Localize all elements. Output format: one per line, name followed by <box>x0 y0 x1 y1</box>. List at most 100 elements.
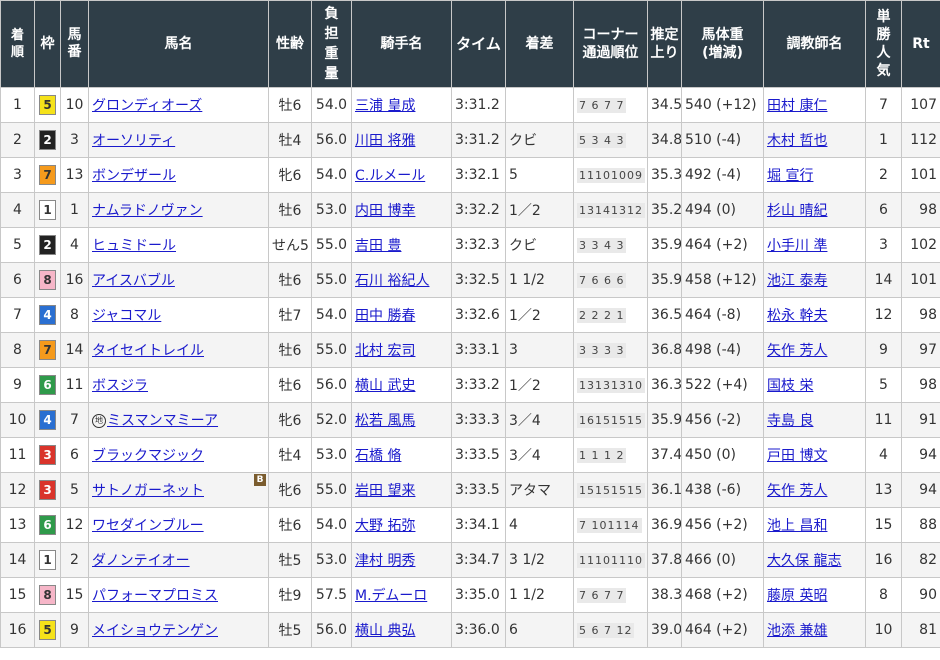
horse-link[interactable]: サトノガーネット <box>92 483 204 499</box>
time-cell: 3:32.6 <box>451 297 506 333</box>
horse-link[interactable]: ナムラドノヴァン <box>92 203 203 219</box>
corner-cell: 11101009 <box>573 157 648 193</box>
waku-cell: 4 <box>34 297 61 333</box>
horse-link[interactable]: オーソリティ <box>92 133 175 149</box>
trainer-link[interactable]: 寺島 良 <box>767 413 813 429</box>
bodyweight-cell: 494 (0) <box>681 192 764 228</box>
jockey-link[interactable]: 石川 裕紀人 <box>355 273 429 289</box>
horse-link[interactable]: ボンデザール <box>92 168 176 184</box>
corner-cell: 2 2 2 1 <box>573 297 648 333</box>
time-value: 3:36.0 <box>455 622 500 638</box>
jockey-link[interactable]: 三浦 皇成 <box>355 98 415 114</box>
horse-link[interactable]: ヒュミドール <box>92 238 176 254</box>
trainer-link[interactable]: 小手川 準 <box>767 238 827 254</box>
table-row: 10 4 7 地ミスマンマミーア 牝6 52.0 松若 風馬 3:33.3 3／… <box>0 402 940 438</box>
trainer-link[interactable]: 田村 康仁 <box>767 98 827 114</box>
sexage-value: 牡9 <box>278 588 302 604</box>
trainer-link[interactable]: 堀 宣行 <box>767 168 813 184</box>
rt-cell: 102 <box>901 227 940 263</box>
trainer-link[interactable]: 矢作 芳人 <box>767 483 827 499</box>
pop-cell: 10 <box>865 612 902 648</box>
horse-link[interactable]: グロンディオーズ <box>92 98 202 114</box>
weight-cell: 53.0 <box>311 542 352 578</box>
last3f-value: 34.8 <box>651 132 682 148</box>
margin-value: クビ <box>509 238 537 254</box>
trainer-link[interactable]: 矢作 芳人 <box>767 343 827 359</box>
jockey-cell: M.デムーロ <box>351 577 452 613</box>
jockey-link[interactable]: 北村 宏司 <box>355 343 415 359</box>
header-rank: 着順 <box>0 0 35 88</box>
pop-cell: 15 <box>865 507 902 543</box>
horse-link[interactable]: メイショウテンゲン <box>92 623 218 639</box>
trainer-link[interactable]: 松永 幹夫 <box>767 308 827 324</box>
jockey-link[interactable]: 川田 将雅 <box>355 133 415 149</box>
jockey-link[interactable]: 内田 博幸 <box>355 203 415 219</box>
rt-value: 91 <box>919 412 937 428</box>
trainer-link[interactable]: 池江 泰寿 <box>767 273 827 289</box>
horse-link[interactable]: ダノンテイオー <box>92 553 190 569</box>
jockey-link[interactable]: 吉田 豊 <box>355 238 401 254</box>
header-odds-pop: 単勝人気 <box>865 0 902 88</box>
trainer-link[interactable]: 国枝 栄 <box>767 378 813 394</box>
rt-cell: 97 <box>901 332 940 368</box>
horse-link[interactable]: ボスジラ <box>92 378 148 394</box>
corner-cell: 13141312 <box>573 192 648 228</box>
trainer-cell: 池江 泰寿 <box>763 262 866 298</box>
horse-link[interactable]: タイセイトレイル <box>92 343 204 359</box>
jockey-cell: 川田 将雅 <box>351 122 452 158</box>
horse-cell: ナムラドノヴァン <box>88 192 269 228</box>
jockey-link[interactable]: 横山 典弘 <box>355 623 415 639</box>
waku-cell: 8 <box>34 577 61 613</box>
sexage-value: 牡6 <box>278 518 302 534</box>
jockey-link[interactable]: 大野 拓弥 <box>355 518 415 534</box>
rank-value: 11 <box>8 447 27 463</box>
sexage-value: 牡7 <box>278 308 302 324</box>
jockey-link[interactable]: C.ルメール <box>355 168 425 184</box>
jockey-link[interactable]: 田中 勝春 <box>355 308 415 324</box>
trainer-link[interactable]: 池上 昌和 <box>767 518 827 534</box>
jockey-link[interactable]: 岩田 望来 <box>355 483 415 499</box>
weight-value: 55.0 <box>315 237 348 253</box>
jockey-link[interactable]: 石橋 脩 <box>355 448 401 464</box>
trainer-link[interactable]: 杉山 晴紀 <box>767 203 827 219</box>
waku-badge: 1 <box>39 200 56 220</box>
jockey-link[interactable]: M.デムーロ <box>355 588 427 604</box>
jockey-link[interactable]: 津村 明秀 <box>355 553 415 569</box>
trainer-link[interactable]: 池添 兼雄 <box>767 623 827 639</box>
pop-cell: 4 <box>865 437 902 473</box>
time-cell: 3:34.1 <box>451 507 506 543</box>
horse-link[interactable]: パフォーマプロミス <box>92 588 218 604</box>
horse-link[interactable]: ジャコマル <box>92 308 161 324</box>
pop-cell: 3 <box>865 227 902 263</box>
horse-link[interactable]: アイスバブル <box>92 273 175 289</box>
blinker-icon: B <box>254 474 266 486</box>
horse-link[interactable]: ブラックマジック <box>92 448 204 464</box>
corner-value: 3 3 3 3 <box>577 343 627 358</box>
jockey-link[interactable]: 横山 武史 <box>355 378 415 394</box>
jockey-link[interactable]: 松若 風馬 <box>355 413 415 429</box>
trainer-link[interactable]: 木村 哲也 <box>767 133 827 149</box>
rank-value: 12 <box>8 482 27 498</box>
bodyweight-value: 456 (+2) <box>685 517 748 533</box>
margin-cell: 4 <box>505 507 574 543</box>
table-row: 1 5 10 グロンディオーズ 牡6 54.0 三浦 皇成 3:31.2 7 6… <box>0 87 940 123</box>
time-value: 3:33.1 <box>455 342 500 358</box>
trainer-link[interactable]: 戸田 博文 <box>767 448 827 464</box>
time-cell: 3:33.5 <box>451 437 506 473</box>
umaban-cell: 6 <box>60 437 89 473</box>
time-cell: 3:32.1 <box>451 157 506 193</box>
bodyweight-cell: 464 (+2) <box>681 227 764 263</box>
waku-badge: 8 <box>39 270 56 290</box>
rt-value: 81 <box>919 622 937 638</box>
sexage-value: 牡6 <box>278 203 302 219</box>
horse-link[interactable]: ミスマンマミーア <box>107 413 218 429</box>
horse-link[interactable]: ワセダインブルー <box>92 518 204 534</box>
last3f-cell: 37.4 <box>647 437 682 473</box>
bodyweight-value: 456 (-2) <box>685 412 742 428</box>
sexage-value: 牡6 <box>278 378 302 394</box>
horse-cell: ジャコマル <box>88 297 269 333</box>
horse-cell: サトノガーネット B <box>88 472 269 508</box>
trainer-link[interactable]: 大久保 龍志 <box>767 553 841 569</box>
trainer-link[interactable]: 藤原 英昭 <box>767 588 827 604</box>
table-row: 4 1 1 ナムラドノヴァン 牡6 53.0 内田 博幸 3:32.2 1／2 … <box>0 192 940 228</box>
